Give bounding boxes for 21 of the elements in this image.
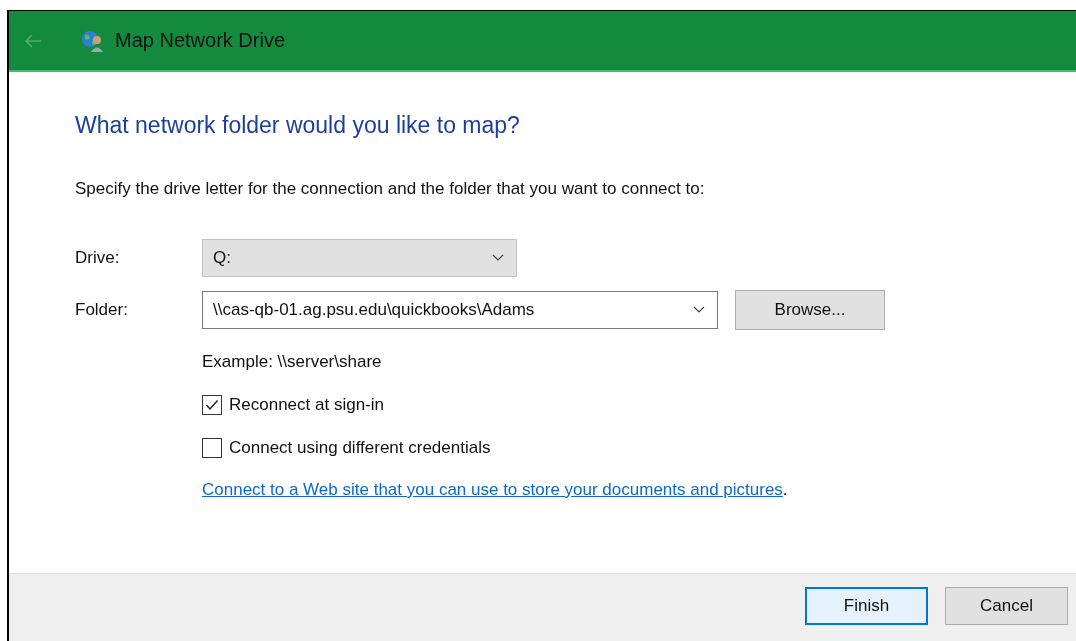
globe-user-icon <box>81 28 105 53</box>
chevron-down-icon <box>693 306 705 314</box>
instruction-text: Specify the drive letter for the connection and the folder that you want to connect to: <box>75 179 706 199</box>
checkbox-option[interactable]: Connect using different credentials <box>202 438 1076 458</box>
browse-button[interactable]: Browse... <box>735 290 885 330</box>
checkbox-option[interactable]: Reconnect at sign-in <box>202 395 1076 415</box>
dialog-button[interactable]: Cancel <box>945 587 1068 625</box>
link-period: . <box>782 480 788 499</box>
drive-dropdown[interactable]: Q: <box>202 239 517 277</box>
window-title: Map Network Drive <box>115 29 286 52</box>
checkbox[interactable] <box>202 395 222 415</box>
dialog-button[interactable]: Finish <box>805 587 928 625</box>
folder-label: Folder: <box>75 300 129 320</box>
dialog-heading: What network folder would you like to map? <box>75 112 521 139</box>
checkbox[interactable] <box>202 438 222 458</box>
chevron-down-icon <box>492 254 504 262</box>
example-text: Example: \\server\share <box>202 352 383 372</box>
drive-label: Drive: <box>75 248 121 268</box>
web-site-link[interactable]: Connect to a Web site that you can use to store your documents and pictures <box>202 480 783 499</box>
checkmark-icon <box>205 399 219 411</box>
folder-combobox[interactable]: \\cas-qb-01.ag.psu.edu\quickbooks\Adams <box>202 291 718 329</box>
